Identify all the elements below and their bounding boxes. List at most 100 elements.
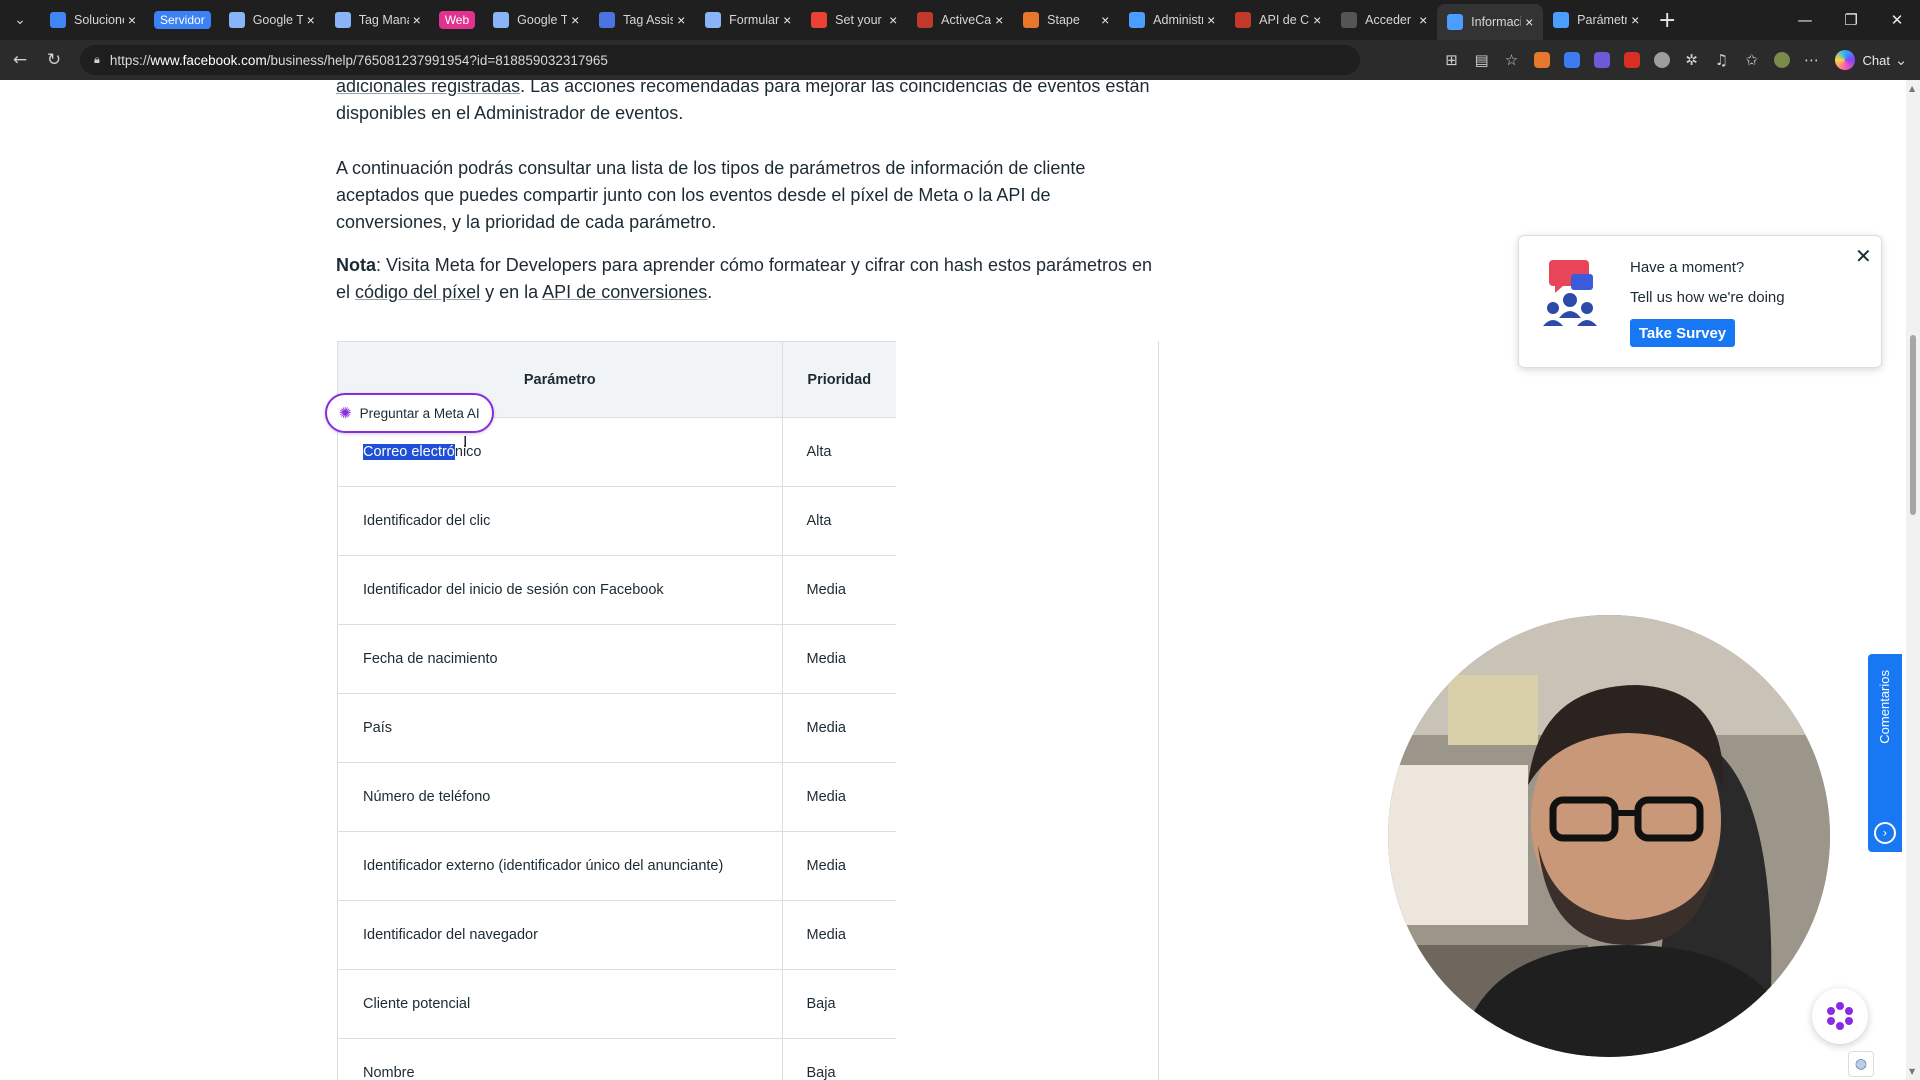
priority-cell: Media bbox=[782, 693, 896, 763]
tab-13[interactable]: Acceder × bbox=[1331, 0, 1437, 40]
close-icon[interactable]: ✕ bbox=[1855, 244, 1872, 269]
google-icon bbox=[50, 12, 66, 28]
site-info-icon[interactable]: 🔒︎ bbox=[94, 54, 100, 67]
new-tab-icon[interactable]: + bbox=[1649, 0, 1685, 40]
tag-manager-icon bbox=[228, 12, 245, 28]
copilot-chat-button[interactable]: Chat bbox=[1834, 50, 1890, 70]
tab-7[interactable]: Formulari × bbox=[695, 0, 801, 40]
note-label: Nota bbox=[336, 255, 376, 275]
tab-label: Administr bbox=[1153, 13, 1204, 27]
meta-icon bbox=[1447, 14, 1464, 30]
page-scrollbar[interactable]: ▲ ▼ bbox=[1906, 80, 1920, 1080]
tab-0[interactable]: Solucione × bbox=[40, 0, 146, 40]
text-cursor-icon: I bbox=[463, 433, 468, 451]
copilot-icon bbox=[1834, 50, 1855, 70]
tab-group-label[interactable]: Web bbox=[438, 11, 476, 29]
tab-close-icon[interactable]: × bbox=[124, 12, 140, 28]
tab-close-icon[interactable]: × bbox=[303, 12, 319, 28]
tag-extension-icon[interactable] bbox=[1557, 46, 1587, 74]
tab-close-icon[interactable]: × bbox=[1309, 12, 1325, 28]
table-row: Fecha de nacimiento Media bbox=[338, 624, 896, 694]
tab-6[interactable]: Tag Assist× bbox=[589, 0, 695, 40]
param-cell: Identificador del inicio de sesión con F… bbox=[338, 555, 783, 625]
split-screen-icon[interactable]: ♫ bbox=[1707, 46, 1737, 74]
table-row: Identificador del navegador Media bbox=[338, 900, 896, 970]
param-cell: Identificador del navegador bbox=[338, 900, 783, 970]
param-cell: Cliente potencial bbox=[338, 969, 783, 1039]
chevron-right-circle-icon: › bbox=[1874, 822, 1896, 844]
parameters-table: Parámetro Prioridad Correo electrónico A… bbox=[338, 341, 896, 1080]
stape-extension-icon[interactable] bbox=[1527, 46, 1557, 74]
chat-label: Chat bbox=[1862, 52, 1890, 68]
tab-11[interactable]: Administr × bbox=[1119, 0, 1225, 40]
priority-cell: Media bbox=[782, 624, 896, 694]
analytics-extension-icon[interactable] bbox=[1587, 46, 1617, 74]
selected-text[interactable]: Correo electró bbox=[363, 444, 455, 460]
minimize-icon[interactable]: — bbox=[1782, 0, 1828, 40]
toolbar-icons: ⊞ ▤ ☆ ✲ ♫ ✩ ⋯ Chat ⌄ bbox=[1437, 46, 1920, 74]
tab-2[interactable]: Google Ta× bbox=[219, 0, 325, 40]
more-menu-icon[interactable]: ⋯ bbox=[1797, 46, 1827, 74]
red-extension-icon[interactable] bbox=[1617, 46, 1647, 74]
intro-paragraph: adicionales registradas. Las acciones re… bbox=[336, 80, 1156, 127]
take-survey-button[interactable]: Take Survey bbox=[1630, 319, 1735, 347]
favorite-star-icon[interactable]: ☆ bbox=[1497, 46, 1527, 74]
conversions-api-link[interactable]: API de conversiones bbox=[542, 282, 707, 302]
favorites-icon[interactable]: ✩ bbox=[1737, 46, 1767, 74]
tab-3[interactable]: Tag Mana × bbox=[325, 0, 431, 40]
tab-4[interactable]: Web bbox=[431, 0, 483, 40]
scrollbar-thumb[interactable] bbox=[1910, 335, 1916, 515]
registered-info-link[interactable]: adicionales registradas bbox=[336, 80, 520, 96]
close-window-icon[interactable]: ✕ bbox=[1874, 0, 1920, 40]
tab-8[interactable]: Set your p× bbox=[801, 0, 907, 40]
tab-close-icon[interactable]: × bbox=[779, 12, 795, 28]
reload-icon[interactable]: ↻ bbox=[40, 46, 68, 74]
tab-close-icon[interactable]: × bbox=[885, 12, 901, 28]
tab-label: Set your p bbox=[835, 13, 885, 27]
tab-10[interactable]: Stape × bbox=[1013, 0, 1119, 40]
language-globe-icon[interactable]: ◍ bbox=[1848, 1051, 1874, 1077]
ask-meta-ai-button[interactable]: ✺ Preguntar a Meta AI bbox=[325, 393, 494, 433]
restore-icon[interactable]: ❐ bbox=[1828, 0, 1874, 40]
meta-ai-floating-button[interactable] bbox=[1812, 988, 1868, 1044]
param-cell: Identificador del clic bbox=[338, 486, 783, 556]
table-row: Identificador externo (identificador úni… bbox=[338, 831, 896, 901]
tab-label: Google Ta bbox=[252, 13, 303, 27]
tab-close-icon[interactable]: × bbox=[1627, 12, 1643, 28]
tab-12[interactable]: API de Co× bbox=[1225, 0, 1331, 40]
tab-14[interactable]: Informaci × bbox=[1437, 4, 1544, 40]
address-bar[interactable]: 🔒︎ https://www.facebook.com/business/hel… bbox=[80, 45, 1360, 75]
scroll-down-icon[interactable]: ▼ bbox=[1909, 1067, 1915, 1076]
pixel-code-link[interactable]: código del píxel bbox=[355, 282, 480, 302]
param-cell: Nombre bbox=[338, 1038, 783, 1080]
table-row: Cliente potencial Baja bbox=[338, 969, 896, 1039]
tab-group-label[interactable]: Servidor bbox=[154, 11, 211, 29]
scroll-up-icon[interactable]: ▲ bbox=[1909, 84, 1915, 93]
tab-15[interactable]: Parámetro× bbox=[1543, 0, 1649, 40]
extensions-puzzle-icon[interactable]: ✲ bbox=[1677, 46, 1707, 74]
tab-actions-menu-icon[interactable]: ⌄ bbox=[0, 0, 40, 40]
tab-close-icon[interactable]: × bbox=[1097, 12, 1113, 28]
priority-cell: Media bbox=[782, 831, 896, 901]
tab-1[interactable]: Servidor bbox=[146, 0, 219, 40]
survey-title: Have a moment? bbox=[1630, 259, 1745, 276]
tab-close-icon[interactable]: × bbox=[409, 12, 425, 28]
profile-avatar[interactable] bbox=[1767, 46, 1797, 74]
tab-9[interactable]: ActiveCam× bbox=[907, 0, 1013, 40]
tab-close-icon[interactable]: × bbox=[567, 12, 583, 28]
feedback-side-tab[interactable]: Comentarios › bbox=[1868, 654, 1902, 852]
meta-ai-flower-icon bbox=[1827, 1002, 1853, 1030]
tab-close-icon[interactable]: × bbox=[1521, 14, 1537, 30]
back-icon[interactable]: ← bbox=[6, 46, 34, 74]
tab-5[interactable]: Google Ta× bbox=[483, 0, 589, 40]
tab-close-icon[interactable]: × bbox=[1203, 12, 1219, 28]
sidebar-chevron-icon[interactable]: ⌄ bbox=[1890, 46, 1912, 74]
priority-cell: Media bbox=[782, 762, 896, 832]
param-cell: Identificador externo (identificador úni… bbox=[338, 831, 783, 901]
tab-close-icon[interactable]: × bbox=[673, 12, 689, 28]
tab-close-icon[interactable]: × bbox=[991, 12, 1007, 28]
gray-extension-icon[interactable] bbox=[1647, 46, 1677, 74]
tab-close-icon[interactable]: × bbox=[1415, 12, 1431, 28]
app-available-icon[interactable]: ⊞ bbox=[1437, 46, 1467, 74]
reader-mode-icon[interactable]: ▤ bbox=[1467, 46, 1497, 74]
